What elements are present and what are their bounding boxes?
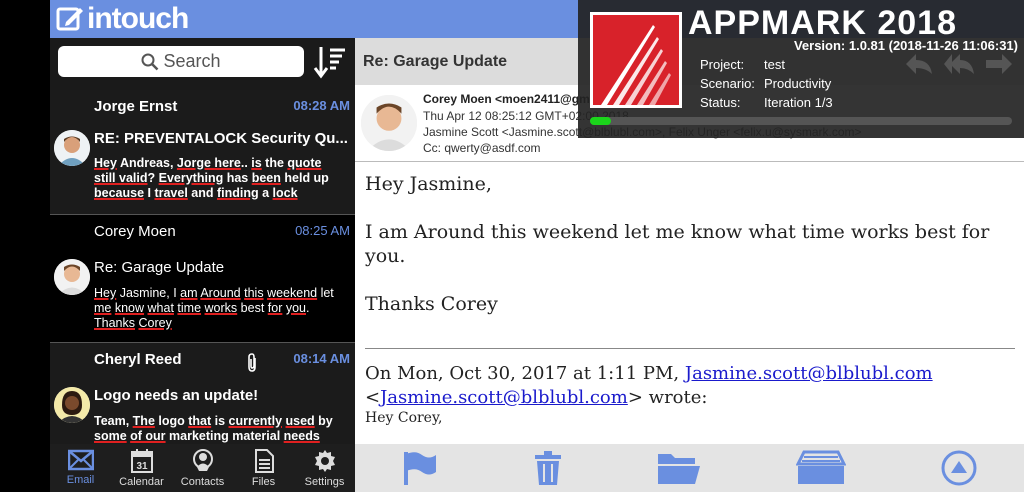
message-time: 08:25 AM — [295, 223, 350, 238]
flag-icon[interactable] — [402, 450, 438, 486]
appmark-status-row: Status: Iteration 1/3 — [700, 95, 833, 110]
message-sender: Cheryl Reed — [94, 351, 182, 368]
trash-icon[interactable] — [533, 450, 563, 486]
logo-pencil-icon — [56, 7, 83, 31]
message-subject: Re: Garage Update — [94, 259, 225, 276]
nav-label: Contacts — [180, 476, 225, 488]
quote-divider — [365, 348, 1015, 349]
quote-email-link-2[interactable]: Jasmine.scott@blblubl.com — [380, 387, 628, 408]
quoted-header: On Mon, Oct 30, 2017 at 1:11 PM, Jasmine… — [365, 363, 933, 408]
message-preview: Hey Jasmine, I am Around this weekend le… — [94, 286, 334, 330]
left-edge — [0, 0, 50, 492]
message-sender: Jorge Ernst — [94, 98, 178, 115]
appmark-progress-fill — [590, 117, 612, 125]
nav-label: Calendar — [119, 476, 164, 488]
paperclip-icon — [245, 353, 259, 378]
message-subject: RE: PREVENTALOCK Security Qu... — [94, 130, 348, 147]
search-row: Search — [50, 38, 355, 90]
message-list: Jorge Ernst 08:28 AM RE: PREVENTALOCK Se… — [50, 90, 355, 463]
sort-button[interactable] — [312, 44, 348, 80]
app-name: intouch — [87, 2, 189, 35]
appmark-project: test — [764, 57, 785, 72]
forward-icon[interactable] — [984, 52, 1014, 81]
message-preview: Hey Andreas, Jorge here.. is the quote s… — [94, 156, 329, 200]
body-greeting: Hey Jasmine, — [365, 173, 492, 195]
search-placeholder: Search — [163, 51, 221, 71]
appmark-progress-bar — [590, 117, 1012, 125]
nav-label: Email — [66, 474, 95, 486]
appmark-project-row: Project: test — [700, 57, 785, 72]
body-signoff: Thanks Corey — [365, 293, 498, 315]
search-input[interactable]: Search — [58, 46, 304, 77]
nav-email[interactable]: Email — [50, 444, 111, 492]
reader-from: Corey Moen <moen2411@gm — [423, 92, 590, 106]
calendar-icon: 31 — [130, 449, 153, 473]
search-icon — [141, 53, 159, 70]
nav-label: Settings — [304, 476, 345, 488]
nav-files[interactable]: Files — [233, 444, 294, 492]
quote-prefix: On Mon, Oct 30, 2017 at 1:11 PM, — [365, 363, 680, 384]
nav-contacts[interactable]: Contacts — [172, 444, 233, 492]
appmark-status: Iteration 1/3 — [764, 95, 833, 110]
appmark-scenario-row: Scenario: Productivity — [700, 76, 832, 91]
reader-subject: Re: Garage Update — [363, 53, 508, 70]
nav-settings[interactable]: Settings — [294, 444, 355, 492]
avatar — [361, 95, 417, 151]
email-icon — [67, 449, 94, 471]
avatar — [54, 387, 90, 423]
folder-icon[interactable] — [657, 450, 701, 486]
quoted-body: Hey Corey, — [365, 410, 443, 426]
quote-email-link[interactable]: Jasmine.scott@blblubl.com — [685, 363, 933, 384]
files-icon — [254, 449, 274, 473]
list-item-selected[interactable]: Corey Moen 08:25 AM Re: Garage Update He… — [50, 215, 355, 343]
action-bar — [355, 444, 1024, 492]
contacts-icon — [192, 449, 213, 471]
avatar — [54, 130, 90, 166]
message-sender: Corey Moen — [94, 223, 176, 240]
appmark-logo — [590, 12, 682, 108]
message-list-panel: Search Jorge Ernst 08:28 AM RE: PREVENTA… — [50, 38, 355, 492]
body-paragraph: I am Around this weekend let me know wha… — [365, 221, 990, 267]
avatar — [54, 259, 90, 295]
reply-all-icon[interactable] — [944, 52, 974, 81]
message-subject: Logo needs an update! — [94, 387, 259, 404]
app-logo: intouch — [56, 2, 189, 35]
appmark-scenario: Productivity — [764, 76, 832, 91]
archive-icon[interactable] — [796, 450, 847, 486]
gear-icon — [314, 450, 335, 472]
nav-label: Files — [251, 476, 276, 488]
message-time: 08:28 AM — [293, 98, 350, 113]
message-body: Hey Jasmine, I am Around this weekend le… — [365, 172, 1005, 340]
nav-calendar[interactable]: 31 Calendar — [111, 444, 172, 492]
scroll-up-icon[interactable] — [941, 450, 977, 486]
appmark-version: Version: 1.0.81 (2018-11-26 11:06:31) — [793, 38, 1018, 53]
message-time: 08:14 AM — [293, 351, 350, 366]
list-item[interactable]: Jorge Ernst 08:28 AM RE: PREVENTALOCK Se… — [50, 90, 355, 215]
reply-icon[interactable] — [904, 52, 934, 81]
benchmark-overlay: APPMARK 2018 Version: 1.0.81 (2018-11-26… — [578, 0, 1024, 138]
quote-suffix: wrote: — [648, 387, 708, 408]
bottom-nav: Email 31 Calendar Contacts Files Setting… — [50, 444, 355, 492]
sort-icon — [313, 47, 345, 79]
reader-cc: Cc: qwerty@asdf.com — [423, 141, 541, 155]
svg-text:31: 31 — [136, 461, 148, 472]
